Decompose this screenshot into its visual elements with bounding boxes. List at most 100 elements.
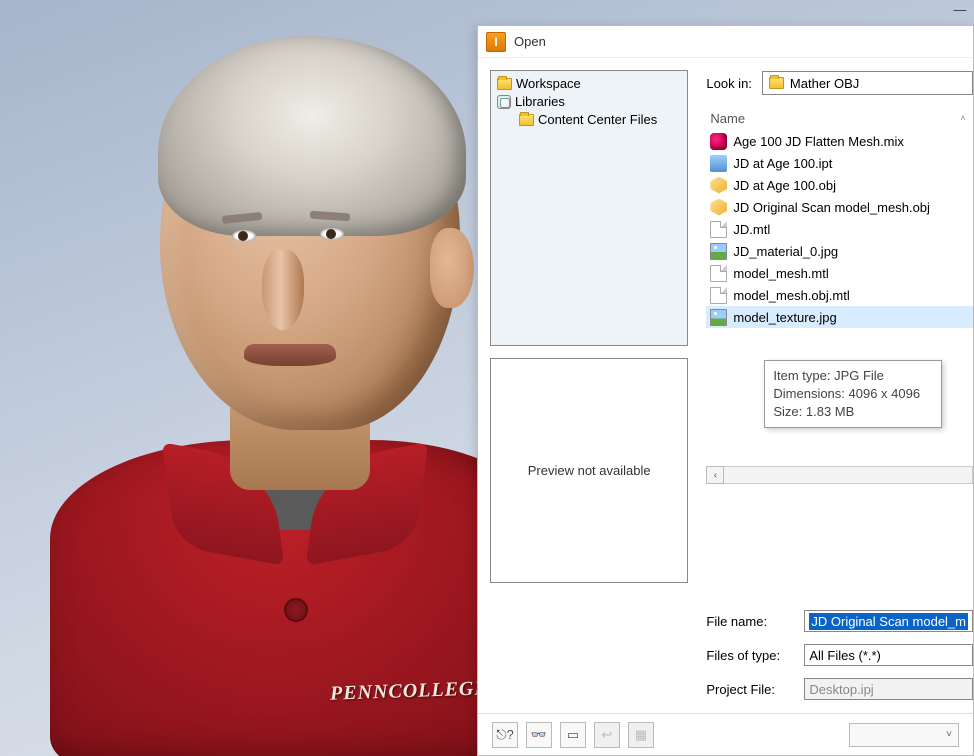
viewport-3d-model[interactable]: PENNCOLLEGE bbox=[60, 30, 480, 730]
file-file-icon bbox=[710, 265, 727, 282]
file-row[interactable]: Age 100 JD Flatten Mesh.mix bbox=[706, 130, 973, 152]
mix-file-icon bbox=[710, 133, 727, 150]
open-dialog: I Open Workspace Libraries Con bbox=[477, 25, 974, 756]
tooltip-line2: Dimensions: 4096 x 4096 bbox=[773, 385, 933, 403]
libraries-icon bbox=[497, 95, 511, 109]
file-rows: Age 100 JD Flatten Mesh.mix JD at Age 100… bbox=[706, 130, 973, 328]
look-in-value: Mather OBJ bbox=[790, 76, 859, 91]
file-list[interactable]: Name ˄ Age 100 JD Flatten Mesh.mix JD at … bbox=[706, 106, 973, 561]
look-in-combo[interactable]: Mather OBJ bbox=[762, 71, 973, 95]
tree-item-libraries[interactable]: Libraries bbox=[497, 93, 681, 111]
file-name-label: JD.mtl bbox=[733, 222, 770, 237]
tree-label: Workspace bbox=[516, 75, 581, 93]
file-name-input[interactable]: JD Original Scan model_m bbox=[804, 610, 973, 632]
help-icon: ⎋? bbox=[496, 727, 514, 743]
file-row[interactable]: model_texture.jpg bbox=[706, 306, 973, 328]
file-name-label: JD Original Scan model_mesh.obj bbox=[733, 200, 930, 215]
jpg-file-icon bbox=[710, 309, 727, 326]
project-file-field: Desktop.ipj bbox=[804, 678, 973, 700]
look-in-label: Look in: bbox=[706, 76, 752, 91]
project-file-value: Desktop.ipj bbox=[809, 682, 873, 697]
tooltip-line1: Item type: JPG File bbox=[773, 367, 933, 385]
sort-indicator-icon: ˄ bbox=[953, 113, 973, 123]
tool5-icon: ▦ bbox=[635, 727, 647, 743]
file-name-label: JD at Age 100.ipt bbox=[733, 156, 832, 171]
model-shirt-button bbox=[284, 598, 308, 622]
options-button[interactable]: ▭ bbox=[560, 722, 586, 748]
tree-label: Content Center Files bbox=[538, 111, 657, 129]
tooltip-line3: Size: 1.83 MB bbox=[773, 403, 933, 421]
ipt-file-icon bbox=[710, 155, 727, 172]
file-name-row: File name: JD Original Scan model_m bbox=[706, 609, 973, 633]
file-name-label: model_texture.jpg bbox=[733, 310, 836, 325]
file-row[interactable]: JD.mtl bbox=[706, 218, 973, 240]
file-name-label: model_mesh.mtl bbox=[733, 266, 828, 281]
obj-file-icon bbox=[710, 199, 727, 216]
tree-item-workspace[interactable]: Workspace bbox=[497, 75, 681, 93]
file-name-label: JD_material_0.jpg bbox=[733, 244, 838, 259]
file-row[interactable]: model_mesh.obj.mtl bbox=[706, 284, 973, 306]
file-name-value: JD Original Scan model_m bbox=[809, 613, 968, 630]
dialog-footer: ⎋? 👓 ▭ ↩ ▦ ˅ bbox=[478, 713, 973, 755]
file-file-icon bbox=[710, 221, 727, 238]
chevron-down-icon: ˅ bbox=[946, 729, 952, 740]
column-header-name[interactable]: Name bbox=[706, 111, 953, 126]
locations-tree[interactable]: Workspace Libraries Content Center Files bbox=[490, 70, 688, 346]
files-of-type-combo[interactable]: All Files (*.*) bbox=[804, 644, 973, 666]
find-button[interactable]: 👓 bbox=[526, 722, 552, 748]
dialog-body: Workspace Libraries Content Center Files… bbox=[478, 58, 973, 713]
preview-unavailable-text: Preview not available bbox=[528, 463, 651, 478]
model-ear bbox=[430, 228, 474, 308]
preview-pane: Preview not available bbox=[490, 358, 688, 583]
file-name-label: model_mesh.obj.mtl bbox=[733, 288, 849, 303]
minimize-button[interactable]: — bbox=[946, 0, 974, 18]
obj-file-icon bbox=[710, 177, 727, 194]
file-row[interactable]: model_mesh.mtl bbox=[706, 262, 973, 284]
horizontal-scrollbar[interactable]: ‹ bbox=[706, 466, 973, 484]
file-name-label: JD at Age 100.obj bbox=[733, 178, 836, 193]
jpg-file-icon bbox=[710, 243, 727, 260]
look-in-row: Look in: Mather OBJ bbox=[706, 70, 973, 96]
dialog-right-column: Look in: Mather OBJ Name ˄ Age 100 JD Fl… bbox=[706, 70, 973, 701]
dialog-left-column: Workspace Libraries Content Center Files… bbox=[490, 70, 688, 701]
tool4-icon: ↩ bbox=[602, 727, 613, 743]
help-button[interactable]: ⎋? bbox=[492, 722, 518, 748]
model-hair bbox=[158, 36, 466, 236]
options-icon: ▭ bbox=[567, 727, 579, 743]
model-eye-left bbox=[232, 230, 256, 242]
folder-icon bbox=[497, 78, 512, 90]
project-file-label: Project File: bbox=[706, 682, 792, 697]
project-file-row: Project File: Desktop.ipj bbox=[706, 677, 973, 701]
file-row[interactable]: JD at Age 100.ipt bbox=[706, 152, 973, 174]
inventor-icon: I bbox=[486, 32, 506, 52]
dialog-titlebar[interactable]: I Open bbox=[478, 26, 973, 58]
file-name-label: File name: bbox=[706, 614, 792, 629]
tool-button-4[interactable]: ↩ bbox=[594, 722, 620, 748]
file-form: File name: JD Original Scan model_m File… bbox=[706, 609, 973, 701]
file-row[interactable]: JD at Age 100.obj bbox=[706, 174, 973, 196]
dialog-main: Workspace Libraries Content Center Files… bbox=[490, 70, 973, 701]
file-row[interactable]: JD_material_0.jpg bbox=[706, 240, 973, 262]
binoculars-icon: 👓 bbox=[531, 727, 547, 743]
model-nose bbox=[262, 250, 304, 330]
model-eye-right bbox=[320, 228, 344, 240]
dialog-title: Open bbox=[514, 34, 546, 49]
tree-item-content-center[interactable]: Content Center Files bbox=[497, 111, 681, 129]
files-of-type-value: All Files (*.*) bbox=[809, 648, 881, 663]
tree-label: Libraries bbox=[515, 93, 565, 111]
files-of-type-row: Files of type: All Files (*.*) bbox=[706, 643, 973, 667]
file-name-label: Age 100 JD Flatten Mesh.mix bbox=[733, 134, 904, 149]
model-mouth bbox=[244, 344, 336, 366]
app-window-controls: — bbox=[946, 0, 974, 18]
file-tooltip: Item type: JPG File Dimensions: 4096 x 4… bbox=[764, 360, 942, 428]
scroll-left-button[interactable]: ‹ bbox=[706, 466, 724, 484]
files-of-type-label: Files of type: bbox=[706, 648, 792, 663]
footer-combo[interactable]: ˅ bbox=[849, 723, 959, 747]
file-file-icon bbox=[710, 287, 727, 304]
file-row[interactable]: JD Original Scan model_mesh.obj bbox=[706, 196, 973, 218]
folder-icon bbox=[769, 77, 784, 89]
scroll-track[interactable] bbox=[724, 466, 973, 484]
file-list-header[interactable]: Name ˄ bbox=[706, 106, 973, 130]
tool-button-5[interactable]: ▦ bbox=[628, 722, 654, 748]
folder-icon bbox=[519, 114, 534, 126]
